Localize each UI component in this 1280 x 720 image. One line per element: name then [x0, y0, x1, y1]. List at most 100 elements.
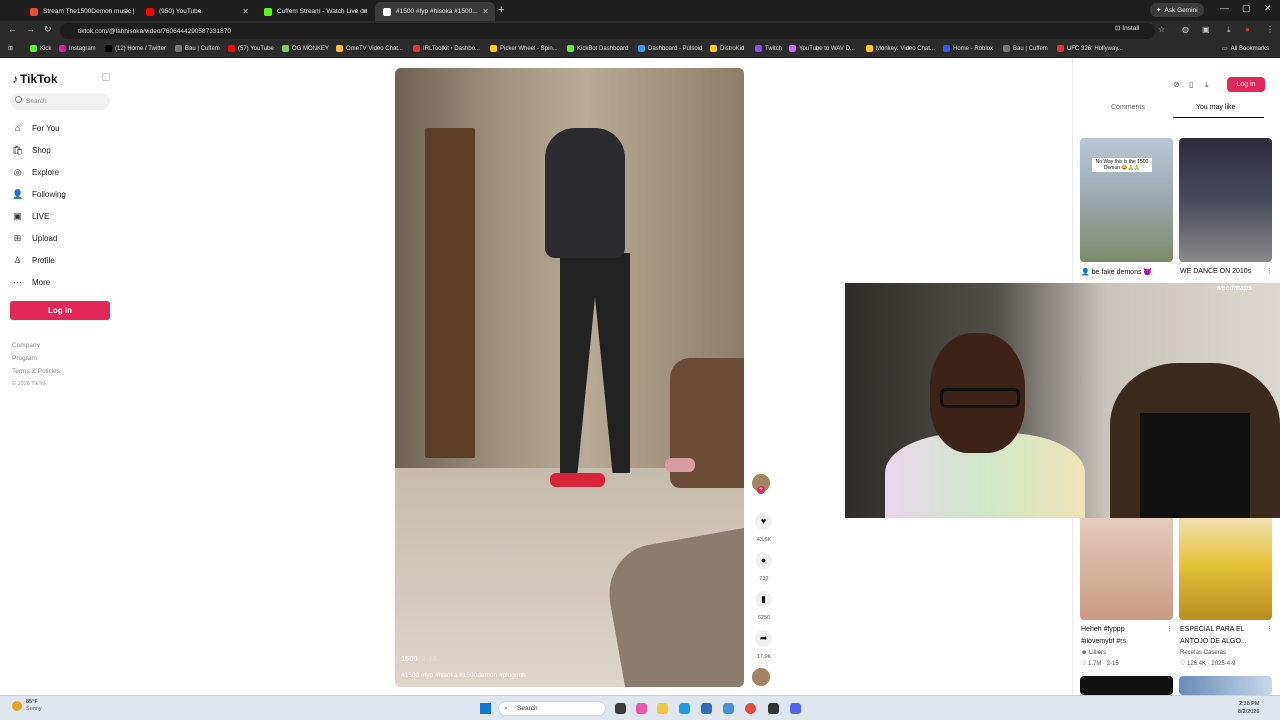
nav-more[interactable]: ⋯ More [12, 275, 50, 289]
store-icon[interactable] [701, 703, 712, 714]
bookmark-item[interactable]: YouTube to WAV D... [789, 45, 855, 52]
footer-terms-link[interactable]: Terms & Policies [12, 368, 60, 375]
bookmark-item[interactable]: Twitch [755, 45, 782, 52]
tiktok-logo[interactable]: ♪ TikTok [12, 72, 58, 86]
header-login-button[interactable]: Log in [1227, 77, 1265, 92]
more-options-icon[interactable]: ⋮ [1266, 625, 1273, 633]
tab-comments[interactable]: Comments [1111, 104, 1145, 111]
url-input[interactable]: tiktok.com/@lahhisoka/video/760644429058… [60, 23, 1155, 39]
close-icon[interactable]: ✕ [482, 7, 489, 16]
taskbar-search-input[interactable]: ⌕ Search [498, 701, 606, 716]
close-icon[interactable]: ✕ [361, 7, 368, 16]
bookmark-item[interactable]: KickBot Dashboard [567, 45, 628, 52]
video-author[interactable]: 1500 2-13 [401, 654, 437, 663]
sidebar-login-button[interactable]: Log in [10, 301, 110, 320]
copilot-icon[interactable] [636, 703, 647, 714]
discord-icon[interactable] [790, 703, 801, 714]
recommended-video-author[interactable]: Recetas Caseras [1180, 650, 1226, 656]
star-icon[interactable]: ☆ [1158, 25, 1165, 34]
edge-icon[interactable] [679, 703, 690, 714]
bookmark-item[interactable]: (57) YouTube [228, 45, 274, 52]
bookmark-item[interactable]: Home - Roblox [943, 45, 993, 52]
chrome-icon[interactable] [745, 703, 756, 714]
download-icon[interactable]: ⤓ [1205, 80, 1209, 90]
apps-icon[interactable]: ⊞ [8, 45, 13, 52]
video-player[interactable]: 1500 2-13 #1500 #fyp #hisoka #1500demon #… [395, 68, 744, 687]
browser-tab-2[interactable]: (950) YouTube ✕ [138, 2, 255, 21]
comment-button[interactable]: ● [755, 552, 772, 569]
bookmark-item[interactable]: Bau | Cuffem [1003, 45, 1048, 52]
obs-icon[interactable] [768, 703, 779, 714]
bookmark-item[interactable]: Picker Wheel - Spin... [490, 45, 558, 52]
collapse-sidebar-icon[interactable] [102, 73, 110, 81]
puzzle-icon[interactable]: ▣ [1202, 25, 1210, 34]
install-button[interactable]: ⊡ Install [1115, 24, 1139, 32]
bookmark-item[interactable]: UFC 326: Hollyway... [1057, 45, 1123, 52]
maximize-icon[interactable]: ▢ [1242, 3, 1251, 14]
recommended-video-title[interactable]: 👤 be fake demons 😈 [1081, 268, 1174, 276]
phone-icon[interactable]: ▯ [1189, 80, 1193, 89]
recommended-video-title[interactable]: Heheh #fyppp [1081, 626, 1174, 633]
download-icon[interactable]: ⤓ [1227, 25, 1231, 35]
nav-following[interactable]: 👤 Following [12, 187, 66, 201]
minimize-icon[interactable]: — [1220, 3, 1229, 13]
recommended-video-thumbnail[interactable] [1080, 676, 1173, 695]
recommended-video-thumbnail[interactable] [1179, 138, 1272, 262]
reload-icon[interactable]: ↻ [44, 24, 52, 35]
recommended-video-title[interactable]: WE DANCE ON 2010s [1180, 268, 1265, 275]
back-icon[interactable]: ← [8, 24, 17, 34]
bookmark-item[interactable]: Kick [30, 45, 51, 52]
windows-start-icon[interactable] [480, 703, 491, 714]
bookmark-item[interactable]: Instagram [59, 45, 96, 52]
search-input[interactable]: Search [10, 93, 110, 110]
bookmark-item[interactable]: Bau | Cuffem [175, 45, 220, 52]
like-button[interactable]: ♥ [755, 513, 772, 530]
close-icon[interactable]: ✕ [242, 7, 249, 16]
share-button[interactable]: ➦ [755, 630, 772, 647]
nav-explore[interactable]: ◎ Explore [12, 165, 60, 179]
recommended-video-title[interactable]: ESPECIAL PARA EL [1180, 626, 1265, 633]
more-options-icon[interactable]: ⋮ [1166, 625, 1173, 633]
close-window-icon[interactable]: ✕ [1264, 3, 1272, 14]
file-explorer-icon[interactable] [657, 703, 668, 714]
bookmark-item[interactable]: OG MONKEY [282, 45, 329, 52]
footer-company-link[interactable]: Company [12, 342, 40, 349]
follow-plus-icon[interactable]: + [757, 486, 765, 494]
forward-icon[interactable]: → [26, 24, 35, 34]
ask-gemini-button[interactable]: ✦ Ask Gemini [1150, 3, 1204, 17]
nav-for-you[interactable]: ⌂ For You [12, 121, 60, 135]
bookmark-item[interactable]: IRLToolkit • Dashbo... [413, 45, 480, 52]
more-options-icon[interactable]: ⋮ [1266, 267, 1273, 275]
sound-avatar[interactable] [752, 668, 770, 686]
weather-sun-icon[interactable] [12, 701, 22, 711]
creator-avatar[interactable]: + [752, 474, 770, 494]
bookmark-item[interactable]: (12) Home / Twitter [105, 45, 166, 52]
new-tab-button[interactable]: + [498, 4, 504, 16]
recommended-video-thumbnail[interactable] [1179, 676, 1272, 695]
bookmark-item[interactable]: Dashboard - Pulsoid [638, 45, 702, 52]
nav-live[interactable]: ▣ LIVE [12, 209, 49, 223]
profile-avatar-icon[interactable]: ● [1245, 25, 1250, 34]
extension-icon[interactable]: ◍ [1182, 25, 1189, 34]
weather-widget[interactable]: 85°F Sunny [26, 699, 42, 713]
browser-tab-3[interactable]: Cuffem Stream - Watch Live on ✕ [256, 2, 374, 21]
footer-program-link[interactable]: Program [12, 355, 37, 362]
bookmark-item[interactable]: DistroKid [710, 45, 744, 52]
close-icon[interactable]: ✕ [124, 7, 131, 16]
all-bookmarks-button[interactable]: ▭ All Bookmarks [1222, 45, 1269, 53]
save-button[interactable]: ▮ [755, 591, 772, 608]
video-caption[interactable]: #1500 #fyp #hisoka #1500demon #pluggnb [401, 672, 526, 679]
nav-shop[interactable]: 🛍 Shop [12, 143, 51, 157]
browser-tab-4[interactable]: #1500 #fyp #hisoka #1500... ✕ [375, 2, 495, 21]
tab-you-may-like[interactable]: You may like [1196, 104, 1235, 111]
nav-upload[interactable]: ⊞ Upload [12, 231, 58, 245]
bookmark-item[interactable]: Monkey: Video Chat... [866, 45, 935, 52]
taskbar-clock[interactable]: 2:38 PM 8/2/2026 [1238, 700, 1259, 716]
compass-icon[interactable]: ⊘ [1173, 80, 1180, 89]
menu-icon[interactable]: ⋮ [1266, 25, 1274, 34]
nav-profile[interactable]: ♙ Profile [12, 253, 54, 267]
bookmark-item[interactable]: OmeTV Video Chat... [336, 45, 403, 52]
recommended-video-author[interactable]: ☻ Lilliers [1081, 650, 1106, 656]
task-view-icon[interactable] [615, 703, 626, 714]
mail-icon[interactable] [723, 703, 734, 714]
